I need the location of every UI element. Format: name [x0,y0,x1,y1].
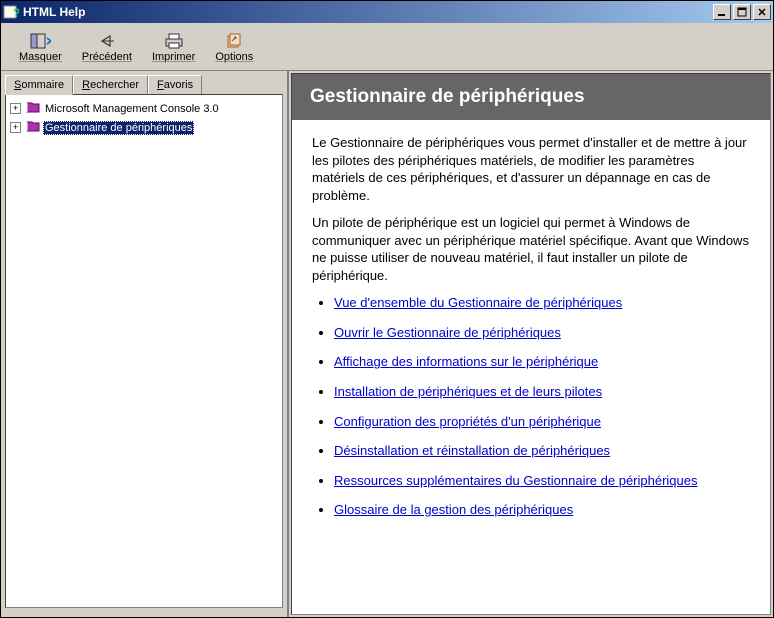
print-label: Imprimer [152,51,195,63]
tab-favorites[interactable]: Favoris [148,75,202,94]
contents-tree[interactable]: + Microsoft Management Console 3.0 + Ges… [5,94,283,608]
tab-search[interactable]: Rechercher [73,75,148,94]
list-item: Désinstallation et réinstallation de pér… [334,442,750,460]
hide-button[interactable]: Masquer [9,25,72,68]
list-item: Affichage des informations sur le périph… [334,353,750,371]
list-item: Glossaire de la gestion des périphérique… [334,501,750,519]
help-link[interactable]: Configuration des propriétés d'un périph… [334,414,601,429]
tree-item[interactable]: + Microsoft Management Console 3.0 [8,99,280,118]
minimize-button[interactable] [713,4,731,20]
back-button[interactable]: Précédent [72,25,142,68]
tree-label: Microsoft Management Console 3.0 [43,102,221,116]
navigation-pane: Sommaire Rechercher Favoris + Microsoft … [1,71,289,617]
expand-icon[interactable]: + [10,122,21,133]
hide-icon [29,31,51,51]
maximize-button[interactable] [733,4,751,20]
close-button[interactable] [753,4,771,20]
window-controls [713,4,771,20]
content-heading: Gestionnaire de périphériques [292,74,770,120]
help-link[interactable]: Désinstallation et réinstallation de pér… [334,443,610,458]
expand-icon[interactable]: + [10,103,21,114]
help-link[interactable]: Vue d'ensemble du Gestionnaire de périph… [334,295,622,310]
back-arrow-icon [96,31,118,51]
printer-icon [163,31,185,51]
main-area: Sommaire Rechercher Favoris + Microsoft … [1,71,773,617]
book-closed-icon [25,100,41,117]
help-link[interactable]: Ressources supplémentaires du Gestionnai… [334,473,698,488]
help-link[interactable]: Glossaire de la gestion des périphérique… [334,502,573,517]
options-icon [223,31,245,51]
print-button[interactable]: Imprimer [142,25,205,68]
tab-summary[interactable]: Sommaire [5,75,73,95]
tree-label: Gestionnaire de périphériques [43,121,194,135]
toolbar: Masquer Précédent Imprimer [1,23,773,71]
help-link[interactable]: Affichage des informations sur le périph… [334,354,598,369]
list-item: Configuration des propriétés d'un périph… [334,413,750,431]
content-paragraph: Un pilote de périphérique est un logicie… [312,214,750,284]
tree-item[interactable]: + Gestionnaire de périphériques [8,118,280,137]
back-label: Précédent [82,51,132,63]
window-title: HTML Help [23,5,713,19]
help-link[interactable]: Ouvrir le Gestionnaire de périphériques [334,325,561,340]
svg-text:?: ? [13,6,19,20]
help-link[interactable]: Installation de périphériques et de leur… [334,384,602,399]
content-link-list: Vue d'ensemble du Gestionnaire de périph… [312,294,750,518]
list-item: Installation de périphériques et de leur… [334,383,750,401]
content-body: Le Gestionnaire de périphériques vous pe… [292,120,770,545]
titlebar: ? HTML Help [1,1,773,23]
content-pane[interactable]: Gestionnaire de périphériques Le Gestion… [291,73,771,615]
options-label: Options [215,51,253,63]
book-closed-icon [25,119,41,136]
list-item: Ouvrir le Gestionnaire de périphériques [334,324,750,342]
help-app-icon: ? [3,4,19,20]
list-item: Vue d'ensemble du Gestionnaire de périph… [334,294,750,312]
hide-label: Masquer [19,51,62,63]
nav-tabs: Sommaire Rechercher Favoris [5,75,283,94]
options-button[interactable]: Options [205,25,263,68]
content-paragraph: Le Gestionnaire de périphériques vous pe… [312,134,750,204]
list-item: Ressources supplémentaires du Gestionnai… [334,472,750,490]
